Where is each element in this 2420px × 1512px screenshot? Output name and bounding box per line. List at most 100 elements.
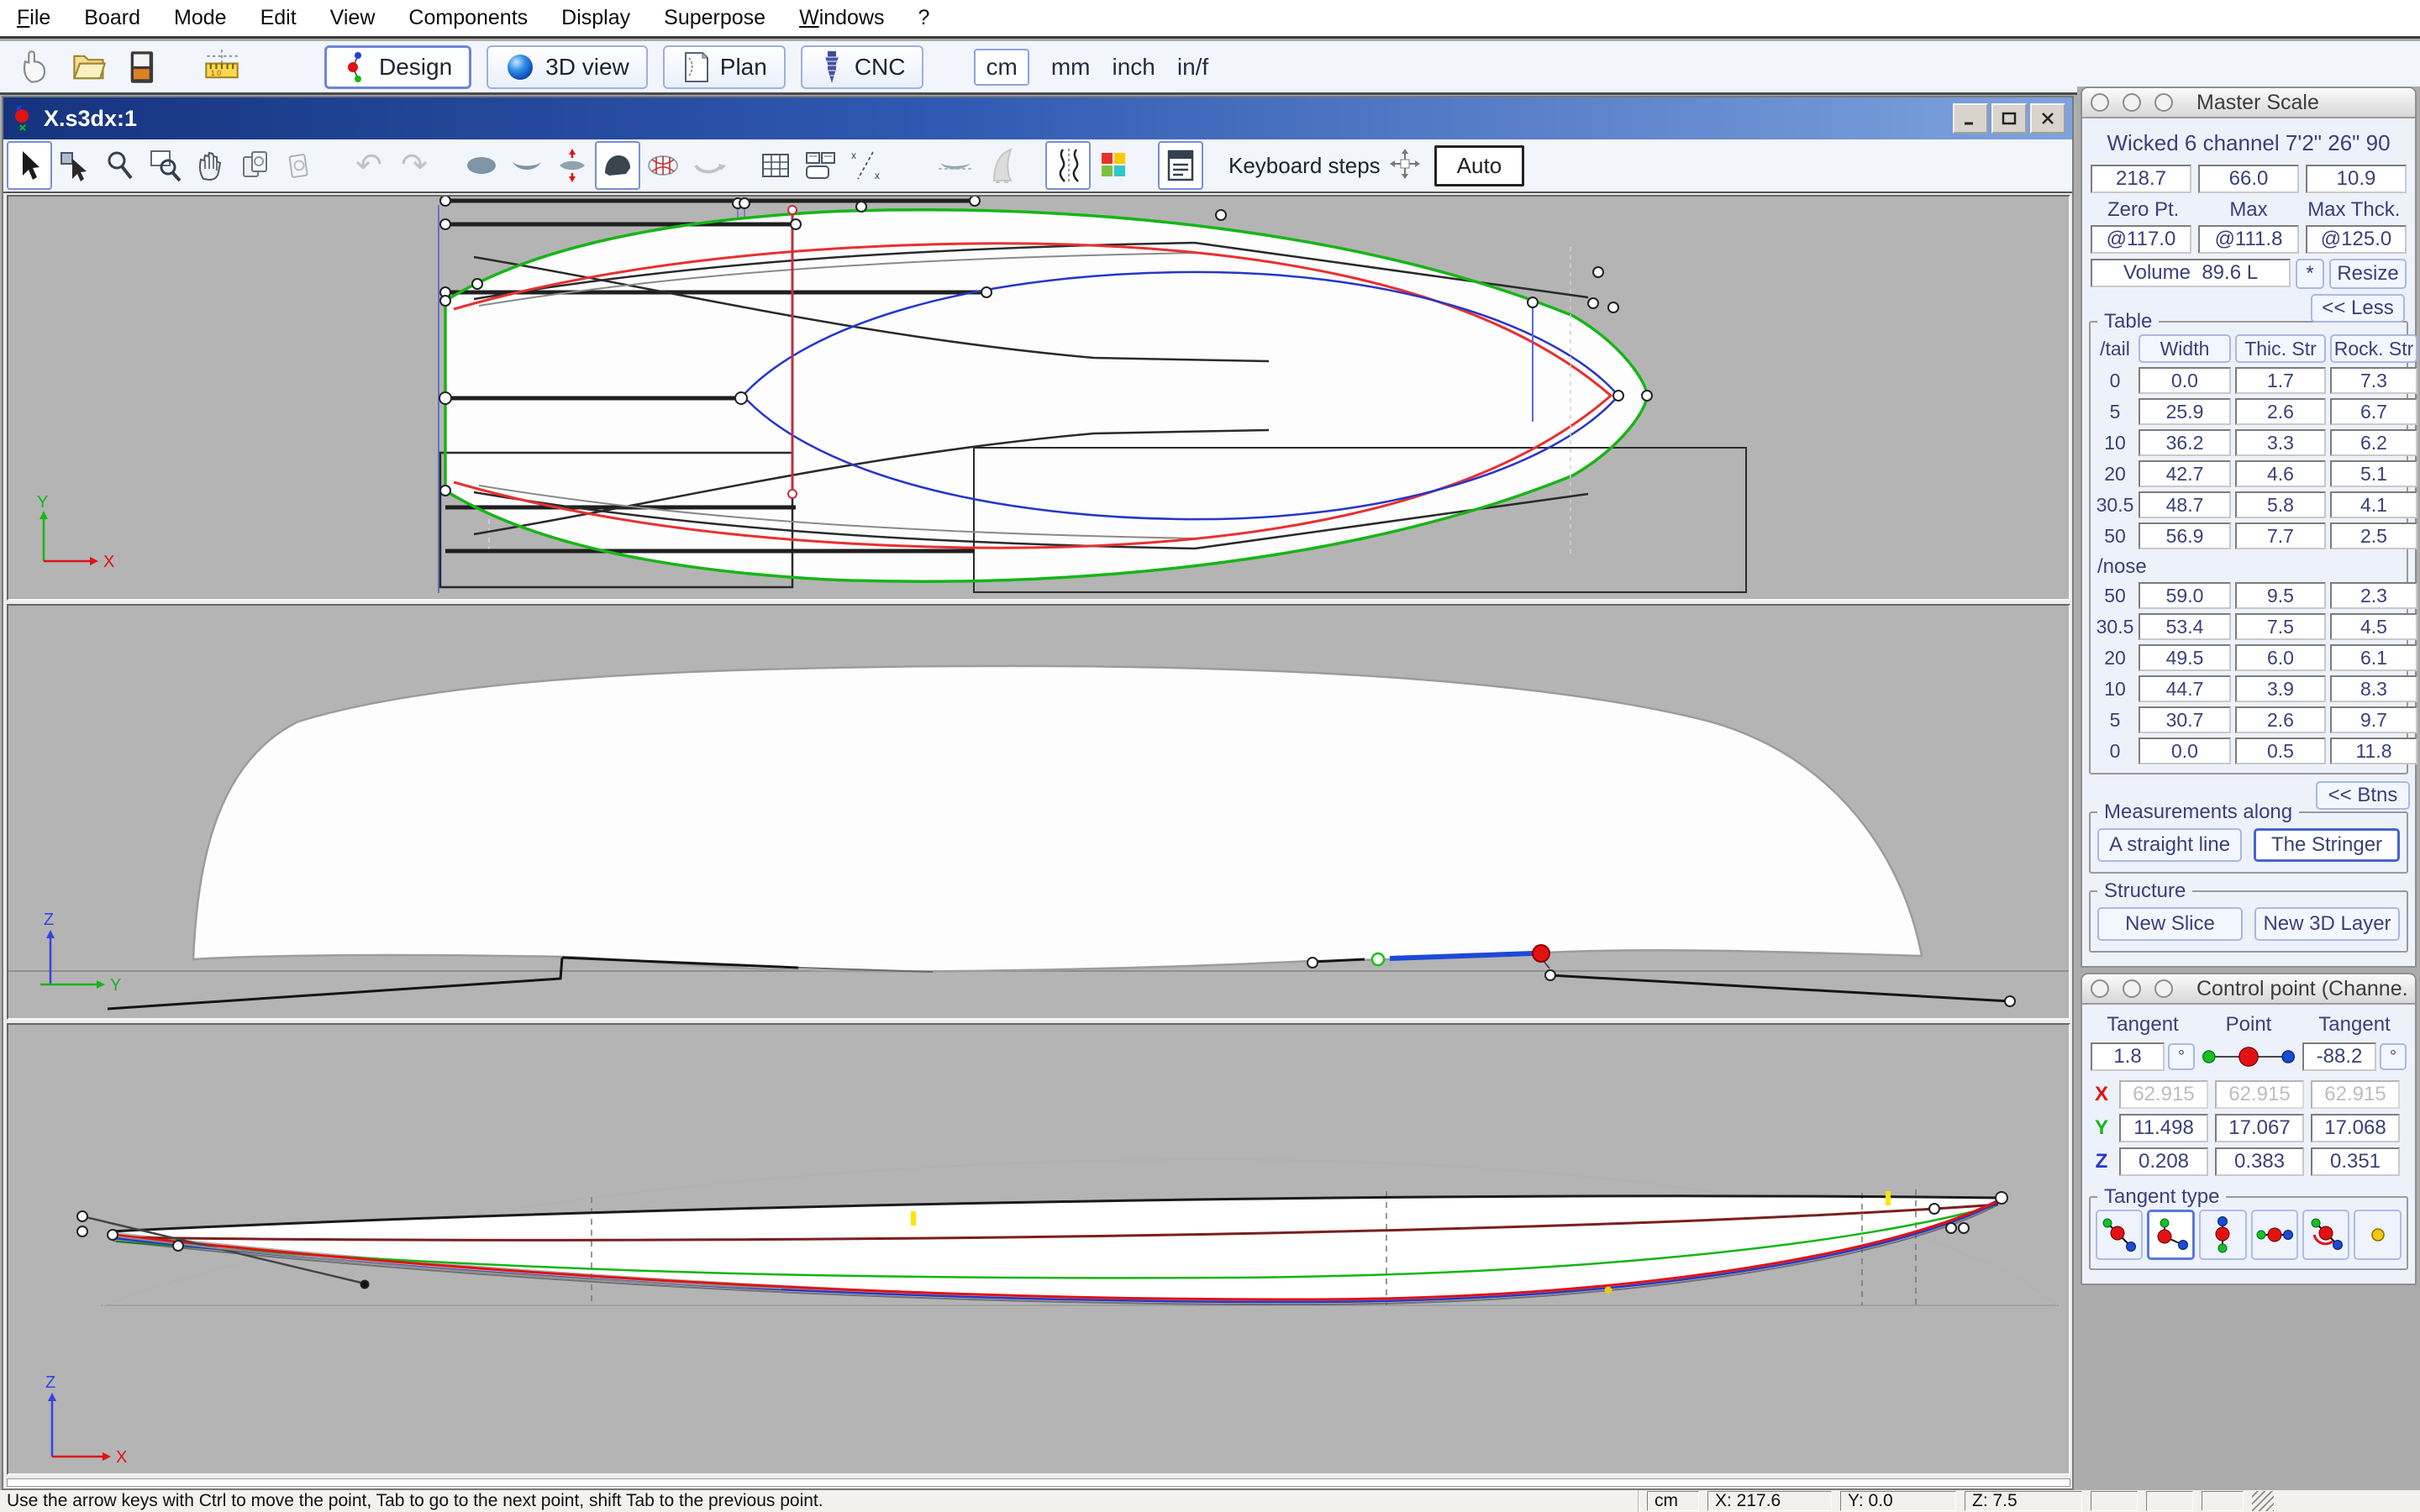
rock-cell[interactable]: 2.5 [2330,522,2417,549]
straight-line-button[interactable]: A straight line [2097,828,2242,862]
width-cell[interactable]: 53.4 [2139,613,2231,640]
width-cell[interactable]: 36.2 [2139,429,2231,456]
width-cell[interactable]: 0.0 [2139,367,2231,394]
flip-view-tool[interactable] [686,141,731,190]
outline-view-tool[interactable] [459,141,504,190]
menu-view[interactable]: View [330,6,376,30]
y-tangent-right-field[interactable]: 17.068 [2311,1114,2400,1142]
zoom-tool[interactable] [97,141,143,190]
unit-cm[interactable]: cm [974,49,1028,86]
window-dot[interactable] [2123,93,2141,112]
colors-tool[interactable] [1091,141,1136,190]
thic-cell[interactable]: 6.0 [2235,644,2326,671]
y-tangent-left-field[interactable]: 11.498 [2119,1114,2208,1142]
window-dot[interactable] [2154,93,2173,112]
less-button[interactable]: << Less [2311,294,2405,323]
rocker-view-tool[interactable] [933,141,978,190]
fin-tool[interactable] [978,141,1023,190]
tangent-type-angular-button[interactable] [2147,1210,2195,1260]
cnc-mode-button[interactable]: CNC [801,45,924,89]
rock-cell[interactable]: 6.7 [2330,398,2417,425]
tangent-type-horizontal-button[interactable] [2251,1210,2298,1260]
measure-tool[interactable]: xx [844,141,889,190]
master-scale-titlebar[interactable]: Master Scale [2082,88,2415,118]
rock-cell[interactable]: 4.1 [2330,491,2417,518]
panel-toggle-tool[interactable] [1158,141,1203,190]
col-thic-button[interactable]: Thic. Str [2235,334,2326,363]
thic-cell[interactable]: 3.9 [2235,675,2326,702]
select-points-tool[interactable] [52,141,97,190]
close-button[interactable] [2030,103,2065,134]
y-point-field[interactable]: 17.067 [2215,1114,2304,1142]
tangent-type-continuous-button[interactable] [2096,1210,2143,1260]
menu-help[interactable]: ? [918,6,930,30]
new-slice-button[interactable]: New Slice [2097,907,2243,941]
mesh-view-tool[interactable] [640,141,686,190]
undo-tool[interactable]: ↶ [346,141,392,190]
thic-cell[interactable]: 4.6 [2235,460,2326,487]
resize-button[interactable]: Resize [2329,259,2407,289]
thic-cell[interactable]: 2.6 [2235,398,2326,425]
new-3d-layer-button[interactable]: New 3D Layer [2254,907,2400,941]
star-button[interactable]: * [2296,259,2324,289]
z-tangent-left-field[interactable]: 0.208 [2119,1147,2208,1176]
document-titlebar[interactable]: X.s3dx:1 [3,97,2072,139]
tangent-type-vertical-button[interactable] [2199,1210,2246,1260]
width-cell[interactable]: 0.0 [2139,738,2231,764]
menu-windows[interactable]: Windows [799,6,884,30]
table-tool[interactable] [753,141,798,190]
tangent-left-field[interactable]: 1.8 [2091,1042,2165,1071]
btns-button[interactable]: << Btns [2316,781,2410,810]
width-cell[interactable]: 25.9 [2139,398,2231,425]
slice-view-panel[interactable]: Z Y [7,604,2070,1020]
paste-view-tool[interactable] [279,141,324,190]
pointer-hand-icon[interactable] [8,44,62,91]
x-point-field[interactable]: 62.915 [2215,1080,2304,1109]
width-cell[interactable]: 44.7 [2139,675,2231,702]
width-cell[interactable]: 42.7 [2139,460,2231,487]
thickness-view-tool[interactable] [550,141,595,190]
col-width-button[interactable]: Width [2139,334,2231,363]
zero-pt-field[interactable]: @117.0 [2091,225,2191,254]
degree-right-button[interactable]: ° [2380,1043,2407,1070]
thic-cell[interactable]: 1.7 [2235,367,2326,394]
resize-grip[interactable] [2252,1491,2274,1511]
max-field[interactable]: @111.8 [2198,225,2299,254]
rock-cell[interactable]: 8.3 [2330,675,2417,702]
tangent-type-angle-button[interactable] [2302,1210,2349,1260]
tangent-right-field[interactable]: -88.2 [2302,1042,2376,1071]
menu-display[interactable]: Display [561,6,630,30]
thic-cell[interactable]: 2.6 [2235,706,2326,733]
3d-view-mode-button[interactable]: 3D view [487,45,648,89]
unit-inf[interactable]: in/f [1177,54,1208,81]
thic-cell[interactable]: 0.5 [2235,738,2326,764]
width-field[interactable]: 66.0 [2198,165,2299,193]
redo-tool[interactable]: ↷ [392,141,437,190]
tangent-type-point-only-button[interactable] [2354,1210,2401,1260]
width-cell[interactable]: 49.5 [2139,644,2231,671]
save-icon[interactable] [116,44,170,91]
menu-superpose[interactable]: Superpose [664,6,765,30]
thic-cell[interactable]: 9.5 [2235,582,2326,609]
thickness-field[interactable]: 10.9 [2306,165,2407,193]
control-point-titlebar[interactable]: Control point (Channe... [2082,974,2415,1005]
z-tangent-right-field[interactable]: 0.351 [2311,1147,2400,1176]
outline-view-panel[interactable]: Y X [7,195,2070,601]
x-tangent-right-field[interactable]: 62.915 [2311,1080,2400,1109]
max-thick-field[interactable]: @125.0 [2306,225,2407,254]
ruler-icon[interactable]: 1 0 [195,44,249,91]
window-dot[interactable] [2123,979,2141,998]
open-folder-icon[interactable] [62,44,116,91]
rock-cell[interactable]: 5.1 [2330,460,2417,487]
width-cell[interactable]: 59.0 [2139,582,2231,609]
menu-mode[interactable]: Mode [174,6,227,30]
rock-cell[interactable]: 6.2 [2330,429,2417,456]
move-steps-icon[interactable] [1389,148,1421,184]
unit-inch[interactable]: inch [1112,54,1155,81]
window-dot[interactable] [2091,93,2109,112]
thic-cell[interactable]: 3.3 [2235,429,2326,456]
col-rock-button[interactable]: Rock. Str [2330,334,2417,363]
select-tool[interactable] [7,141,52,190]
width-cell[interactable]: 48.7 [2139,491,2231,518]
stringer-button[interactable]: The Stringer [2254,828,2400,862]
